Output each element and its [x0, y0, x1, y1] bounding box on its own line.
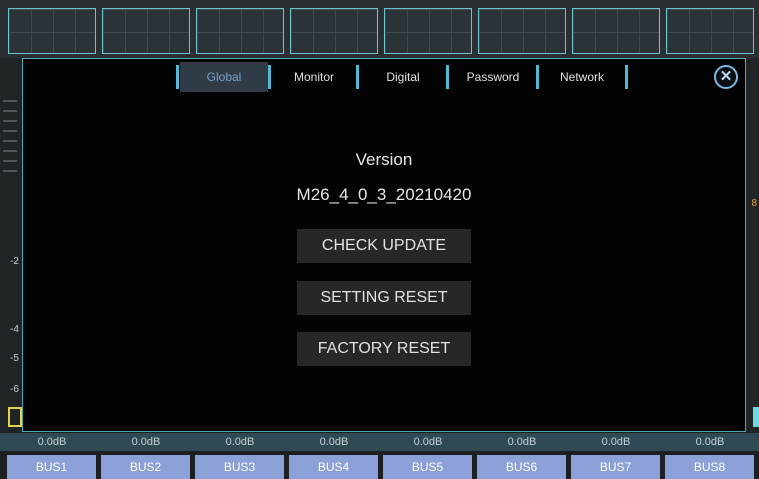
- bus-button-7[interactable]: BUS7: [571, 455, 660, 479]
- yellow-marker: [8, 407, 22, 427]
- tab-global[interactable]: Global: [180, 62, 268, 92]
- channel-box[interactable]: [384, 8, 472, 54]
- scale-label: -6: [10, 384, 19, 395]
- bus-button-4[interactable]: BUS4: [289, 455, 378, 479]
- tab-separator: [356, 65, 359, 89]
- right-scale: 8: [745, 58, 759, 433]
- left-scale: -2 -4 -5 -6: [0, 58, 24, 433]
- scale-label: -4: [10, 324, 19, 335]
- channel-box[interactable]: [8, 8, 96, 54]
- channel-box[interactable]: [196, 8, 284, 54]
- scale-tick: [3, 150, 17, 152]
- bus-button-6[interactable]: BUS6: [477, 455, 566, 479]
- channel-box[interactable]: [290, 8, 378, 54]
- scale-tick: [3, 100, 17, 102]
- gain-value: 0.0dB: [319, 436, 349, 448]
- settings-dialog: Global Monitor Digital Password Network …: [22, 58, 746, 432]
- scale-label: -2: [10, 256, 19, 267]
- gain-value: 0.0dB: [601, 436, 631, 448]
- bus-button-8[interactable]: BUS8: [665, 455, 754, 479]
- version-value: M26_4_0_3_20210420: [296, 185, 472, 204]
- channel-box[interactable]: [666, 8, 754, 54]
- factory-reset-button[interactable]: FACTORY RESET: [297, 332, 471, 366]
- tab-separator: [625, 65, 628, 89]
- bus-row: BUS1 BUS2 BUS3 BUS4 BUS5 BUS6 BUS7 BUS8: [0, 455, 759, 479]
- scale-tick: [3, 160, 17, 162]
- scale-tick: [3, 140, 17, 142]
- tab-network[interactable]: Network: [540, 62, 624, 92]
- tab-separator: [268, 65, 271, 89]
- bus-button-3[interactable]: BUS3: [195, 455, 284, 479]
- bus-button-5[interactable]: BUS5: [383, 455, 472, 479]
- scale-tick: [3, 120, 17, 122]
- setting-reset-button[interactable]: SETTING RESET: [297, 281, 471, 315]
- cyan-marker: [753, 407, 759, 427]
- gain-value: 0.0dB: [413, 436, 443, 448]
- settings-tab-bar: Global Monitor Digital Password Network: [176, 62, 636, 92]
- tab-separator: [446, 65, 449, 89]
- bus-button-2[interactable]: BUS2: [101, 455, 190, 479]
- close-icon[interactable]: ✕: [714, 65, 738, 89]
- tab-monitor[interactable]: Monitor: [272, 62, 356, 92]
- channel-box[interactable]: [572, 8, 660, 54]
- gain-row: 0.0dB 0.0dB 0.0dB 0.0dB 0.0dB 0.0dB 0.0d…: [0, 433, 759, 451]
- tab-digital[interactable]: Digital: [360, 62, 446, 92]
- gain-value: 0.0dB: [695, 436, 725, 448]
- channel-box[interactable]: [478, 8, 566, 54]
- gain-value: 0.0dB: [507, 436, 537, 448]
- tab-separator: [176, 65, 179, 89]
- version-label: Version: [355, 150, 413, 169]
- check-update-button[interactable]: CHECK UPDATE: [297, 229, 471, 263]
- scale-tick: [3, 130, 17, 132]
- channel-box[interactable]: [102, 8, 190, 54]
- scale-tick: [3, 110, 17, 112]
- tab-separator: [536, 65, 539, 89]
- channel-strip-top: [0, 0, 759, 58]
- gain-value: 0.0dB: [225, 436, 255, 448]
- scale-label: -5: [10, 353, 19, 364]
- right-scale-label: 8: [751, 198, 757, 209]
- scale-tick: [3, 170, 17, 172]
- gain-value: 0.0dB: [37, 436, 67, 448]
- bus-button-1[interactable]: BUS1: [7, 455, 96, 479]
- gain-value: 0.0dB: [131, 436, 161, 448]
- tab-password[interactable]: Password: [450, 62, 536, 92]
